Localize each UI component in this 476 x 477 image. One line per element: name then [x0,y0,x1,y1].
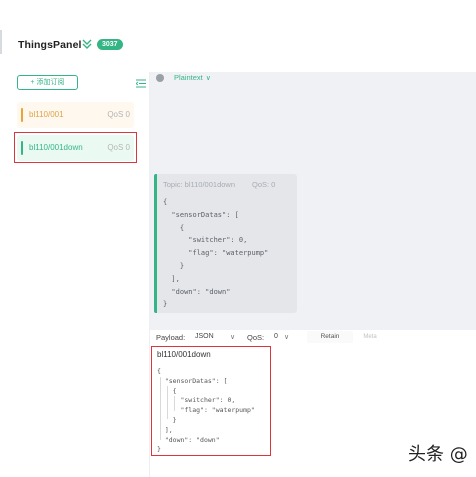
message-accent-bar [154,174,157,313]
subscription-item[interactable]: bl110/001 QoS 0 [17,102,134,128]
highlight-box [14,132,137,163]
subscription-qos: QoS 0 [107,110,130,119]
qos-select[interactable]: 0 [274,333,278,340]
window-edge [0,30,2,54]
add-subscription-button[interactable]: + 添加订阅 [17,75,78,90]
qos-label: QoS: [247,333,265,342]
version-badge: 3037 [97,39,123,50]
chevron-down-icon: ∨ [205,75,211,82]
chevron-down-icon[interactable]: ∨ [230,333,235,341]
highlight-box [151,346,271,456]
app-header [0,0,476,72]
theme-toggle-icon[interactable] [156,74,164,82]
payload-format-select[interactable]: Plaintext ∨ [174,73,211,82]
chevron-down-icon[interactable]: ∨ [284,333,289,341]
watermark: 头条 @ [408,444,468,465]
app-title: ThingsPanel [18,39,82,51]
meta-button[interactable]: Meta [355,331,385,343]
message-topic: Topic: bl110/001down [163,180,235,189]
retain-toggle[interactable]: Retain [307,331,353,343]
message-qos: QoS: 0 [252,180,276,189]
subscription-color-bar [21,108,23,122]
list-collapse-icon[interactable] [136,79,146,88]
subscription-topic: bl110/001 [29,110,64,119]
payload-label: Payload: [156,333,186,342]
payload-type-select[interactable]: JSON [195,333,214,340]
double-chevron-down-icon[interactable] [81,38,93,50]
message-payload: { "sensorDatas": [ { "switcher": 0, "fla… [163,198,269,309]
payload-format-value: Plaintext [174,73,203,82]
